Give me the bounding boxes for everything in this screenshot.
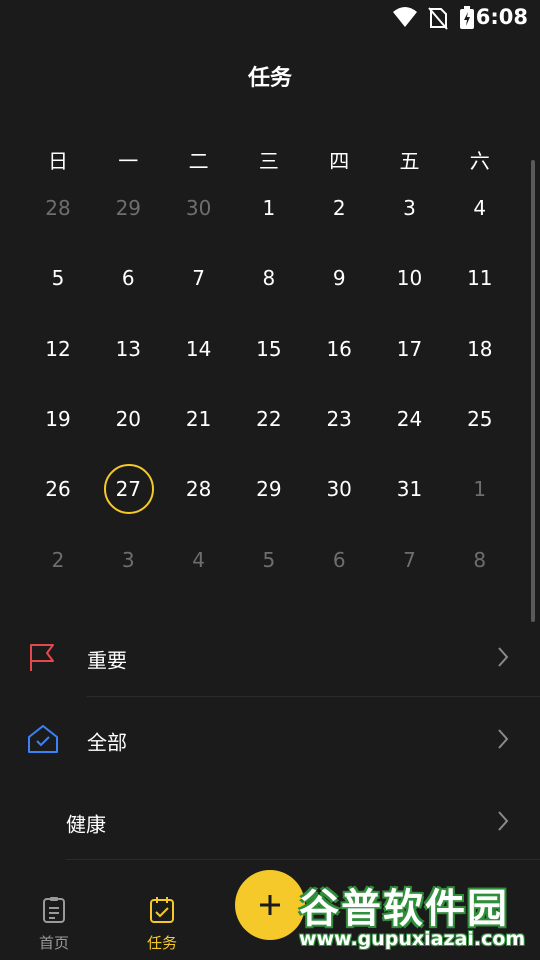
calendar-day[interactable]: 1 <box>445 469 515 509</box>
calendar-day[interactable]: 21 <box>164 399 234 439</box>
no-sim-icon <box>428 6 448 34</box>
list-label: 全部 <box>87 730 127 755</box>
calendar-day[interactable]: 24 <box>375 399 445 439</box>
list-all[interactable]: 全部 <box>0 700 540 782</box>
calendar-day[interactable]: 12 <box>23 329 93 369</box>
nav-tasks-label: 任务 <box>146 934 177 952</box>
document-icon <box>41 897 67 928</box>
calendar-day[interactable]: 6 <box>304 540 374 580</box>
calendar-day[interactable]: 4 <box>164 540 234 580</box>
calendar-day[interactable]: 29 <box>93 188 163 228</box>
nav-tasks[interactable]: 任务 <box>122 896 202 953</box>
chevron-right-icon <box>496 810 510 836</box>
calendar-day[interactable]: 8 <box>445 540 515 580</box>
calendar-day[interactable]: 30 <box>304 469 374 509</box>
calendar-day[interactable]: 1 <box>234 188 304 228</box>
calendar-day[interactable]: 5 <box>23 258 93 298</box>
list-health[interactable]: 健康 <box>0 782 540 864</box>
calendar-day[interactable]: 26 <box>23 469 93 509</box>
divider <box>66 859 540 860</box>
divider <box>87 696 540 697</box>
calendar-day[interactable]: 3 <box>375 188 445 228</box>
watermark: 谷普软件园 www.gupuxiazai.com <box>295 874 540 960</box>
today-indicator <box>104 464 154 514</box>
list-label: 健康 <box>66 812 106 837</box>
weekday-label: 四 <box>329 149 350 173</box>
calendar-day[interactable]: 30 <box>164 188 234 228</box>
weekday-label: 日 <box>48 149 68 173</box>
calendar-day[interactable]: 23 <box>304 399 374 439</box>
home-check-icon <box>26 723 60 759</box>
calendar-day[interactable]: 6 <box>93 258 163 298</box>
calendar-day[interactable]: 3 <box>93 540 163 580</box>
nav-home-label: 首页 <box>38 934 69 952</box>
calendar-check-icon <box>149 897 175 928</box>
weekday-label: 三 <box>258 149 279 173</box>
calendar-day[interactable]: 17 <box>375 329 445 369</box>
calendar-day[interactable]: 25 <box>445 399 515 439</box>
calendar-day[interactable]: 18 <box>445 329 515 369</box>
calendar-day[interactable]: 2 <box>23 540 93 580</box>
list-important[interactable]: 重要 <box>0 618 540 700</box>
calendar-day[interactable]: 10 <box>375 258 445 298</box>
page-title: 任务 <box>247 66 292 91</box>
calendar-day[interactable]: 20 <box>93 399 163 439</box>
calendar-day[interactable]: 8 <box>234 258 304 298</box>
weekday-label: 二 <box>188 149 209 173</box>
watermark-url: www.gupuxiazai.com <box>299 928 526 950</box>
weekday-label: 六 <box>469 149 490 173</box>
calendar-day[interactable]: 7 <box>375 540 445 580</box>
calendar-day[interactable]: 16 <box>304 329 374 369</box>
calendar-day[interactable]: 4 <box>445 188 515 228</box>
calendar-day[interactable]: 31 <box>375 469 445 509</box>
weekday-label: 一 <box>118 149 139 173</box>
calendar-day[interactable]: 5 <box>234 540 304 580</box>
calendar-day[interactable]: 14 <box>164 329 234 369</box>
watermark-title: 谷普软件园 <box>299 886 509 932</box>
calendar-day[interactable]: 7 <box>164 258 234 298</box>
list-label: 重要 <box>87 648 127 673</box>
chevron-right-icon <box>496 646 510 672</box>
nav-home[interactable]: 首页 <box>14 896 94 953</box>
calendar-day[interactable]: 15 <box>234 329 304 369</box>
calendar-day[interactable]: 28 <box>23 188 93 228</box>
status-time: 6:08 <box>475 5 528 29</box>
calendar-day[interactable]: 22 <box>234 399 304 439</box>
battery-charging-icon <box>459 6 475 34</box>
weekday-label: 五 <box>399 149 420 173</box>
chevron-right-icon <box>496 728 510 754</box>
calendar-day[interactable]: 19 <box>23 399 93 439</box>
calendar-day[interactable]: 11 <box>445 258 515 298</box>
calendar-day[interactable]: 2 <box>304 188 374 228</box>
wifi-icon <box>392 6 418 32</box>
calendar-day[interactable]: 9 <box>304 258 374 298</box>
calendar-day[interactable]: 28 <box>164 469 234 509</box>
calendar-day[interactable]: 13 <box>93 329 163 369</box>
scrollbar[interactable] <box>531 160 535 622</box>
flag-icon <box>26 641 58 677</box>
status-bar: 6:08 <box>0 0 540 36</box>
calendar-day[interactable]: 29 <box>234 469 304 509</box>
screen: 6:08 任务 日一二三四五六 28 29 30 1 2 3 4 5 6 7 8 9 10 11 12 13 1… <box>0 0 540 960</box>
